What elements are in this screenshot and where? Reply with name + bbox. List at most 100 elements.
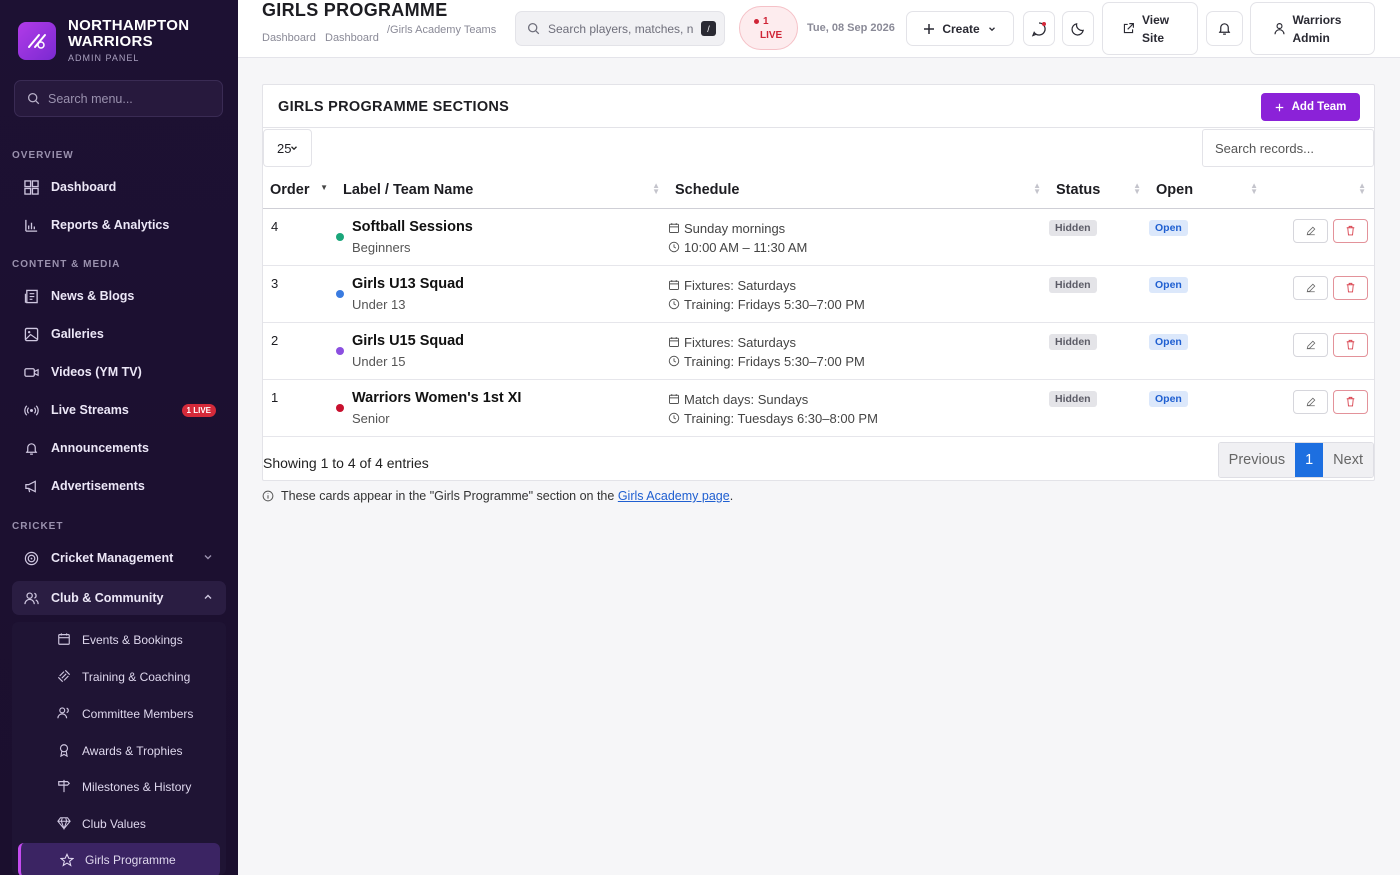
- pagination-next[interactable]: Next: [1323, 443, 1373, 477]
- clock-icon: [668, 298, 680, 310]
- moon-icon: [1070, 23, 1084, 36]
- records-search[interactable]: [1202, 129, 1374, 167]
- sidebar-subitem-training[interactable]: Training & Coaching: [12, 661, 218, 693]
- pencil-icon: [1306, 283, 1315, 292]
- add-team-button[interactable]: Add Team: [1261, 93, 1360, 121]
- sidebar-subitem-label: Committee Members: [82, 707, 194, 721]
- bar-chart-icon: [25, 219, 38, 232]
- create-button[interactable]: Create: [906, 11, 1014, 46]
- brand-name-line1: NORTHAMPTON: [68, 17, 190, 34]
- sidebar-item-news[interactable]: News & Blogs: [12, 279, 226, 313]
- sidebar-search-input[interactable]: [48, 91, 208, 106]
- live-count: 1: [763, 16, 769, 27]
- schedule-times: 10:00 AM – 11:30 AM: [684, 239, 808, 255]
- open-badge[interactable]: Open: [1149, 276, 1188, 293]
- search-icon: [27, 92, 40, 105]
- chat-button[interactable]: [1023, 11, 1055, 46]
- sidebar-subitem-events[interactable]: Events & Bookings: [12, 624, 218, 656]
- sidebar-item-reports[interactable]: Reports & Analytics: [12, 208, 226, 242]
- edit-button[interactable]: [1293, 275, 1328, 300]
- sort-desc-icon: ▼: [320, 183, 328, 192]
- team-color-dot: [336, 346, 344, 355]
- global-search[interactable]: /: [515, 11, 725, 46]
- schedule-times: Training: Tuesdays 6:30–8:00 PM: [684, 410, 878, 426]
- search-shortcut-key: /: [701, 21, 716, 36]
- column-header-order[interactable]: Order ▼: [263, 172, 336, 209]
- girls-academy-page-link[interactable]: Girls Academy page: [618, 489, 730, 503]
- open-badge[interactable]: Open: [1149, 390, 1188, 407]
- theme-toggle-button[interactable]: [1062, 11, 1094, 46]
- delete-button[interactable]: [1333, 389, 1368, 414]
- team-color-dot: [336, 403, 344, 412]
- page-length-select[interactable]: 25: [263, 129, 312, 167]
- column-header-open[interactable]: Open ▲ ▼: [1149, 172, 1266, 209]
- sidebar-item-dashboard[interactable]: Dashboard: [12, 170, 226, 204]
- edit-button[interactable]: [1293, 389, 1328, 414]
- sidebar-item-label: News & Blogs: [51, 289, 135, 303]
- sidebar-subitem-milestones[interactable]: Milestones & History: [12, 771, 218, 803]
- sidebar-subitem-awards[interactable]: Awards & Trophies: [12, 735, 218, 767]
- open-badge[interactable]: Open: [1149, 219, 1188, 236]
- pagination: Previous 1 Next: [1217, 442, 1374, 478]
- column-header-status[interactable]: Status ▲ ▼: [1049, 172, 1149, 209]
- delete-button[interactable]: [1333, 218, 1368, 243]
- sort-icon: ▲ ▼: [652, 181, 660, 196]
- delete-button[interactable]: [1333, 332, 1368, 357]
- status-badge[interactable]: Hidden: [1049, 390, 1097, 407]
- records-search-input[interactable]: [1215, 140, 1365, 156]
- brand-subtitle: ADMIN PANEL: [68, 53, 140, 63]
- view-site-button[interactable]: View Site: [1102, 2, 1198, 55]
- delete-button[interactable]: [1333, 275, 1368, 300]
- sidebar-item-galleries[interactable]: Galleries: [12, 317, 226, 351]
- brand[interactable]: NORTHAMPTON WARRIORS ADMIN PANEL: [18, 18, 189, 63]
- club-logo-icon: [18, 21, 56, 60]
- team-name: Softball Sessions: [352, 218, 473, 235]
- sidebar-subitem-label: Girls Programme: [85, 853, 176, 867]
- sidebar-item-advertisements[interactable]: Advertisements: [12, 469, 226, 503]
- notifications-button[interactable]: [1206, 11, 1243, 46]
- live-button[interactable]: 1 LIVE: [739, 6, 798, 50]
- add-team-label: Add Team: [1291, 101, 1347, 113]
- sidebar-subitem-committee[interactable]: Committee Members: [12, 698, 218, 730]
- global-search-input[interactable]: [548, 21, 693, 36]
- trash-icon: [1346, 396, 1355, 407]
- sidebar-item-videos[interactable]: Videos (YM TV): [12, 355, 226, 389]
- table-row: 3 Girls U13 Squad Under 13 Fixtures: Sat…: [263, 265, 1374, 323]
- sidebar-item-club-community[interactable]: Club & Community: [12, 581, 226, 615]
- column-header-schedule[interactable]: Schedule ▲ ▼: [668, 172, 1049, 209]
- schedule-days: Fixtures: Saturdays: [684, 334, 796, 350]
- column-header-actions[interactable]: ▲ ▼: [1266, 172, 1374, 209]
- status-badge[interactable]: Hidden: [1049, 219, 1097, 236]
- column-header-label[interactable]: Label / Team Name ▲ ▼: [336, 172, 668, 209]
- sidebar-item-label: Reports & Analytics: [51, 218, 170, 232]
- pencil-icon: [1306, 340, 1315, 349]
- breadcrumb-link-dashboard[interactable]: Dashboard: [325, 32, 379, 44]
- status-badge[interactable]: Hidden: [1049, 333, 1097, 350]
- edit-button[interactable]: [1293, 332, 1328, 357]
- panel-title: GIRLS PROGRAMME SECTIONS: [278, 99, 510, 115]
- chat-icon: [1031, 21, 1046, 37]
- sidebar-subitem-values[interactable]: Club Values: [12, 808, 218, 840]
- section-label-content: CONTENT & MEDIA: [12, 259, 121, 270]
- top-header: GIRLS PROGRAMME Dashboard Dashboard /Gir…: [238, 0, 1400, 58]
- image-icon: [24, 327, 39, 341]
- pagination-page-1[interactable]: 1: [1295, 443, 1324, 477]
- sidebar-search[interactable]: [14, 80, 223, 117]
- open-badge[interactable]: Open: [1149, 333, 1188, 350]
- pagination-previous[interactable]: Previous: [1218, 443, 1296, 477]
- team-name: Girls U15 Squad: [352, 332, 465, 349]
- sidebar-item-cricket-management[interactable]: Cricket Management: [12, 541, 226, 575]
- sidebar-item-live-streams[interactable]: Live Streams 1 LIVE: [12, 393, 226, 427]
- sidebar-subitem-girls-programme[interactable]: Girls Programme: [18, 843, 220, 875]
- sidebar: NORTHAMPTON WARRIORS ADMIN PANEL OVERVIE…: [0, 0, 238, 875]
- user-menu-button[interactable]: Warriors Admin: [1250, 2, 1375, 55]
- sidebar-subitem-label: Events & Bookings: [82, 633, 183, 647]
- status-badge[interactable]: Hidden: [1049, 276, 1097, 293]
- section-label-cricket: CRICKET: [12, 521, 64, 532]
- edit-button[interactable]: [1293, 218, 1328, 243]
- users-icon: [24, 591, 39, 604]
- breadcrumb-link-dashboard[interactable]: Dashboard: [262, 32, 316, 44]
- sidebar-item-label: Announcements: [51, 441, 149, 455]
- sidebar-item-announcements[interactable]: Announcements: [12, 431, 226, 465]
- clock-icon: [668, 412, 680, 424]
